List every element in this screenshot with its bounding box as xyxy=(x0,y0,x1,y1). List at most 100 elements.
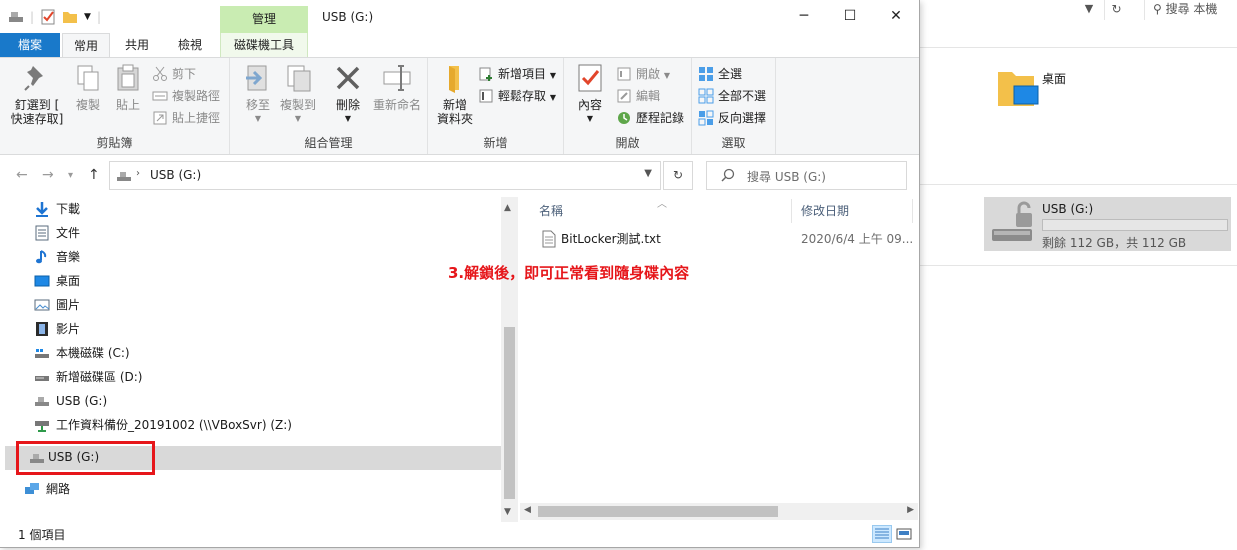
tab-home[interactable]: 常用 xyxy=(62,33,110,58)
file-horizontal-scrollbar[interactable]: ◀ ▶ xyxy=(520,503,918,520)
copy-button[interactable]: 複製 xyxy=(70,62,106,112)
scroll-left-icon[interactable]: ◀ xyxy=(524,505,531,515)
pin-label-line1: 釘選到 [ xyxy=(14,98,60,112)
properties-icon[interactable] xyxy=(40,9,56,25)
sidebar-item-local-disk-c[interactable]: 本機磁碟 (C:) xyxy=(34,342,130,364)
minimize-button[interactable]: ─ xyxy=(781,0,827,33)
chevron-down-icon[interactable]: ▼ xyxy=(644,168,652,179)
move-to-button[interactable]: 移至 ▼ xyxy=(238,62,278,126)
sidebar-item-desktop[interactable]: 桌面 xyxy=(34,270,80,292)
chevron-down-icon: ▼ xyxy=(254,114,262,123)
easy-access-label: 輕鬆存取 xyxy=(498,89,547,103)
new-item-button[interactable]: 新增項目 ▼ xyxy=(478,64,556,84)
select-group-label: 選取 xyxy=(721,136,746,150)
background-search-box[interactable]: ⚲ 搜尋 本機 xyxy=(1144,0,1237,20)
scroll-up-icon[interactable]: ▲ xyxy=(504,203,511,213)
select-none-label: 全部不選 xyxy=(718,89,767,103)
tab-file[interactable]: 檔案 xyxy=(0,33,60,58)
sidebar-item-label: 下載 xyxy=(56,202,81,216)
column-separator xyxy=(912,199,913,223)
sidebar-item-documents[interactable]: 文件 xyxy=(34,222,80,244)
maximize-button[interactable]: ☐ xyxy=(827,0,873,33)
sidebar-item-label: 文件 xyxy=(56,226,81,240)
sidebar-item-pictures[interactable]: 圖片 xyxy=(34,294,80,316)
large-icons-view-button[interactable] xyxy=(894,525,914,543)
network-drive-icon xyxy=(35,421,49,432)
up-arrow-icon[interactable]: ↑ xyxy=(88,167,100,183)
rename-button[interactable]: 重新命名 xyxy=(370,62,424,112)
refresh-button[interactable]: ↻ xyxy=(663,161,693,190)
refresh-icon: ↻ xyxy=(672,168,684,182)
column-header-modified[interactable]: 修改日期 xyxy=(781,197,909,225)
paste-button[interactable]: 貼上 xyxy=(110,62,146,112)
cut-button[interactable]: 剪下 xyxy=(152,64,196,84)
select-all-button[interactable]: 全選 xyxy=(698,64,742,84)
sidebar-item-network[interactable]: 網路 xyxy=(24,478,70,500)
chevron-down-icon: ▼ xyxy=(586,114,594,123)
refresh-icon[interactable]: ↻ xyxy=(1104,0,1128,20)
open-icon xyxy=(617,67,631,81)
background-desktop-item[interactable]: 桌面 xyxy=(996,66,1136,116)
sidebar-item-music[interactable]: 音樂 xyxy=(34,246,80,268)
tab-drive-tools[interactable]: 磁碟機工具 xyxy=(220,33,308,58)
new-group-label: 新增 xyxy=(483,136,508,150)
sidebar-item-usb-g[interactable]: USB (G:) xyxy=(34,390,107,412)
clipboard-group-label: 剪貼簿 xyxy=(96,136,133,150)
scrollbar-thumb[interactable] xyxy=(504,327,515,499)
easy-access-button[interactable]: 輕鬆存取 ▼ xyxy=(478,86,556,106)
drive-icon xyxy=(9,12,23,22)
nav-vertical-scrollbar[interactable]: ▲ ▼ xyxy=(501,197,518,522)
select-group: 全選 全部不選 反向選擇 選取 xyxy=(692,58,776,154)
copy-label: 複製 xyxy=(75,98,100,112)
network-icon xyxy=(25,483,39,494)
file-list-pane: ︿ 名稱 修改日期 BitLocker測試.txt 2020/6/4 上午 09… xyxy=(519,197,919,522)
new-folder-icon[interactable] xyxy=(62,9,78,25)
address-bar[interactable]: › USB (G:) ▼ xyxy=(109,161,661,190)
back-arrow-icon[interactable]: ← xyxy=(16,167,28,183)
details-view-button[interactable] xyxy=(872,525,892,543)
sidebar-item-network-drive-z[interactable]: 工作資料備份_20191002 (\\VBoxSvr) (Z:) xyxy=(34,414,292,436)
invert-selection-button[interactable]: 反向選擇 xyxy=(698,108,766,128)
open-group-label: 開啟 xyxy=(615,136,640,150)
scrollbar-thumb[interactable] xyxy=(538,506,778,517)
select-all-icon xyxy=(699,67,713,81)
search-input[interactable]: 搜尋 USB (G:) xyxy=(706,161,907,190)
copy-path-button[interactable]: 複製路徑 xyxy=(152,86,220,106)
close-button[interactable]: ✕ xyxy=(873,0,919,33)
search-icon xyxy=(721,168,735,182)
usb-drive-unlocked-icon xyxy=(992,201,1032,241)
chevron-right-icon[interactable]: › xyxy=(136,168,140,179)
column-header-name[interactable]: 名稱 xyxy=(519,197,791,225)
copy-to-button[interactable]: 複製到 ▼ xyxy=(276,62,320,126)
new-item-label: 新增項目 xyxy=(498,67,547,81)
qat-dropdown-icon[interactable]: ▼ xyxy=(84,12,91,22)
scroll-down-icon[interactable]: ▼ xyxy=(504,507,511,517)
forward-arrow-icon[interactable]: → xyxy=(42,167,54,183)
sidebar-item-videos[interactable]: 影片 xyxy=(34,318,80,340)
recent-locations-icon[interactable]: ▾ xyxy=(68,170,73,181)
properties-button[interactable]: 內容 ▼ xyxy=(570,62,610,126)
select-none-button[interactable]: 全部不選 xyxy=(698,86,766,106)
divider xyxy=(918,184,1237,185)
open-button[interactable]: 開啟 ▼ xyxy=(616,64,670,84)
edit-button[interactable]: 編輯 xyxy=(616,86,660,106)
history-button[interactable]: 歷程記錄 xyxy=(616,108,684,128)
open-group: 內容 ▼ 開啟 ▼ 編輯 歷程記錄 開啟 xyxy=(564,58,692,154)
background-usb-drive-tile[interactable]: USB (G:) 剩餘 112 GB，共 112 GB xyxy=(984,197,1231,251)
paste-shortcut-button[interactable]: 貼上捷徑 xyxy=(152,108,220,128)
pin-to-quick-access-button[interactable]: 釘選到 [ 快速存取] xyxy=(10,62,64,126)
history-icon xyxy=(618,112,630,124)
sidebar-item-downloads[interactable]: 下載 xyxy=(34,198,80,220)
tab-view[interactable]: 檢視 xyxy=(164,33,216,58)
new-folder-button[interactable]: 新增 資料夾 xyxy=(432,62,478,126)
text-file-icon xyxy=(542,230,556,248)
invert-selection-icon xyxy=(698,110,714,126)
file-row[interactable]: BitLocker測試.txt 2020/6/4 上午 09... xyxy=(539,227,913,251)
scroll-right-icon[interactable]: ▶ xyxy=(907,505,914,515)
delete-button[interactable]: 刪除 ▼ xyxy=(328,62,368,126)
chevron-down-icon[interactable]: ▼ xyxy=(1078,0,1100,20)
pin-label-line2: 快速存取] xyxy=(10,112,64,126)
properties-icon xyxy=(578,64,602,92)
sidebar-item-volume-d[interactable]: 新增磁碟區 (D:) xyxy=(34,366,142,388)
tab-share[interactable]: 共用 xyxy=(113,33,161,58)
